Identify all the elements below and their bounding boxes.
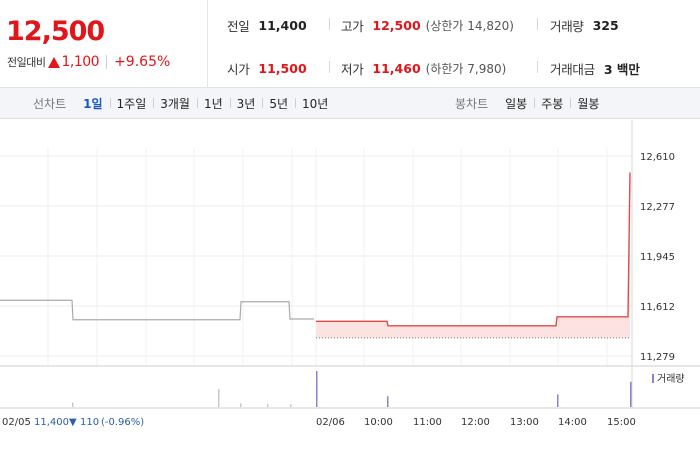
footer-down-arrow-icon: ▼ bbox=[69, 417, 77, 428]
x-tick-label: 11:00 bbox=[413, 417, 442, 428]
x-axis: 02/06 10:00 11:00 12:00 13:00 14:00 15:00 bbox=[316, 417, 636, 428]
change-percent: +9.65% bbox=[114, 54, 171, 70]
x-tick-label: 15:00 bbox=[607, 417, 636, 428]
tab-1week[interactable]: 1주일 bbox=[109, 95, 154, 112]
divider bbox=[329, 61, 330, 73]
today-line bbox=[316, 172, 631, 327]
divider bbox=[537, 18, 538, 30]
stat-prev-label: 전일 bbox=[227, 19, 250, 34]
current-price: 12,500 bbox=[6, 16, 105, 47]
volume-bar bbox=[218, 389, 220, 407]
x-tick-label: 10:00 bbox=[364, 417, 393, 428]
tab-1day[interactable]: 1일 bbox=[76, 95, 109, 112]
tab-monthly-candle[interactable]: 월봉 bbox=[570, 95, 606, 112]
divider bbox=[329, 18, 330, 30]
footer-percent: (-0.96%) bbox=[101, 417, 144, 428]
stat-amount-value: 3 백만 bbox=[603, 62, 640, 77]
stat-high-value: 12,500 bbox=[372, 18, 421, 33]
change-row: 전일대비 1,100 +9.65% bbox=[7, 54, 170, 70]
stat-volume-value: 325 bbox=[592, 18, 619, 33]
today-fill bbox=[316, 172, 630, 338]
tab-daily-candle[interactable]: 일봉 bbox=[498, 95, 534, 112]
candle-chart-title: 봉차트 bbox=[455, 97, 489, 111]
tab-10year[interactable]: 10년 bbox=[295, 95, 335, 112]
stat-low-label: 저가 bbox=[341, 62, 364, 77]
stat-high: 고가 12,500 (상한가 14,820) bbox=[341, 16, 514, 35]
x-tick-label: 14:00 bbox=[558, 417, 587, 428]
volume-bar bbox=[557, 394, 559, 407]
stat-volume: 거래량 325 bbox=[550, 16, 619, 35]
tab-5year[interactable]: 5년 bbox=[262, 95, 295, 112]
line-chart-title: 선차트 bbox=[33, 97, 67, 111]
stat-low: 저가 11,460 (하한가 7,980) bbox=[341, 59, 506, 78]
x-tick-label: 13:00 bbox=[510, 417, 539, 428]
volume-bar bbox=[267, 404, 269, 407]
tab-weekly-candle[interactable]: 주봉 bbox=[534, 95, 570, 112]
change-value: 1,100 bbox=[61, 54, 100, 70]
stats-panel: 전일 11,400 고가 12,500 (상한가 14,820) 거래량 325… bbox=[209, 0, 700, 88]
stat-lower-limit: (하한가 7,980) bbox=[425, 62, 507, 76]
y-axis: 12,610 12,277 11,945 11,612 11,279 bbox=[640, 152, 675, 363]
stat-prev: 전일 11,400 bbox=[227, 16, 307, 35]
divider bbox=[537, 61, 538, 73]
prev-day-line bbox=[0, 299, 314, 321]
stat-upper-limit: (상한가 14,820) bbox=[425, 19, 514, 33]
x-tick-label: 12:00 bbox=[461, 417, 490, 428]
chart-tab-bar: 선차트 1일 1주일 3개월 1년 3년 5년 10년 봉차트 일봉 주봉 월봉 bbox=[0, 88, 700, 119]
price-box: 12,500 전일대비 1,100 +9.65% bbox=[0, 0, 208, 88]
tab-3month[interactable]: 3개월 bbox=[153, 95, 197, 112]
chart-grid bbox=[0, 120, 700, 409]
change-divider bbox=[106, 55, 108, 69]
x-tick-label: 02/06 bbox=[316, 417, 345, 428]
stat-open: 시가 11,500 bbox=[227, 59, 307, 78]
stat-volume-label: 거래량 bbox=[550, 19, 584, 34]
quote-header: 12,500 전일대비 1,100 +9.65% 전일 11,400 고가 12… bbox=[0, 0, 700, 88]
stat-amount-label: 거래대금 bbox=[550, 62, 595, 77]
volume-panel: 거래량 bbox=[72, 371, 685, 407]
volume-bar bbox=[316, 371, 318, 407]
stat-open-label: 시가 bbox=[227, 62, 250, 77]
volume-bar bbox=[72, 402, 74, 407]
price-chart[interactable]: 12,610 12,277 11,945 11,612 11,279 거래량 02/06… bbox=[0, 120, 700, 450]
y-tick-label: 11,945 bbox=[640, 252, 675, 263]
up-triangle-icon bbox=[48, 56, 61, 68]
change-label: 전일대비 bbox=[7, 56, 46, 69]
footer-diff: 110 bbox=[80, 417, 99, 428]
volume-bar bbox=[387, 396, 389, 407]
volume-bar bbox=[290, 404, 292, 407]
volume-bar bbox=[240, 403, 242, 407]
y-tick-label: 12,277 bbox=[640, 202, 675, 213]
volume-legend-swatch bbox=[652, 374, 654, 383]
stat-low-value: 11,460 bbox=[372, 61, 421, 76]
y-tick-label: 12,610 bbox=[640, 152, 675, 163]
footer-date: 02/05 bbox=[2, 417, 31, 428]
tab-1year[interactable]: 1년 bbox=[196, 95, 230, 112]
y-tick-label: 11,612 bbox=[640, 302, 675, 313]
stat-open-value: 11,500 bbox=[258, 61, 307, 76]
volume-bar bbox=[630, 381, 632, 407]
stat-amount: 거래대금 3 백만 bbox=[550, 59, 640, 78]
stat-prev-value: 11,400 bbox=[258, 18, 307, 33]
price-series bbox=[0, 172, 631, 339]
chart-footer: 02/05 11,400 ▼ 110 (-0.96%) bbox=[2, 417, 144, 428]
tab-3year[interactable]: 3년 bbox=[229, 95, 263, 112]
line-chart-tabs: 선차트 1일 1주일 3개월 1년 3년 5년 10년 bbox=[33, 88, 335, 119]
candle-chart-tabs: 봉차트 일봉 주봉 월봉 bbox=[455, 88, 606, 119]
stat-high-label: 고가 bbox=[341, 19, 364, 34]
volume-legend-label: 거래량 bbox=[657, 373, 685, 385]
footer-price: 11,400 bbox=[34, 417, 69, 428]
y-tick-label: 11,279 bbox=[640, 352, 675, 363]
